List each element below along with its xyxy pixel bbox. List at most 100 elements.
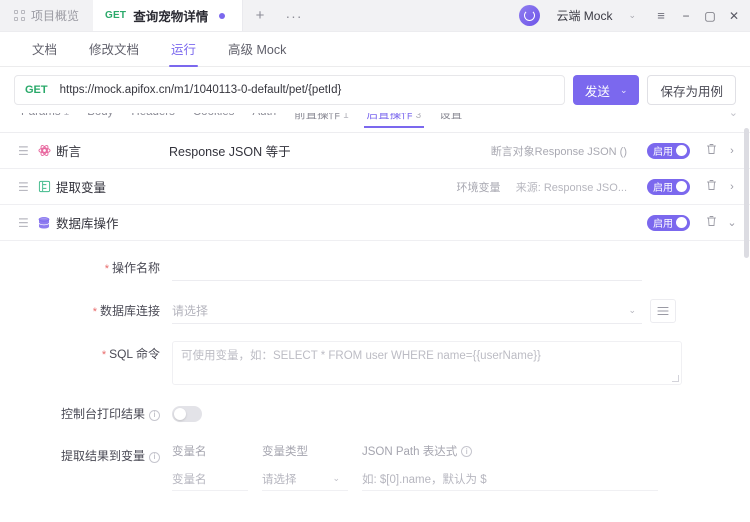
info-icon[interactable]: i <box>149 410 160 421</box>
form-row-operation-name: *操作名称 <box>0 255 750 282</box>
database-icon <box>34 216 54 230</box>
new-tab-button[interactable]: + <box>243 0 277 31</box>
paramtab-headers[interactable]: Headers <box>122 113 183 118</box>
operation-name-input[interactable] <box>172 255 642 281</box>
db-connection-label: *数据库连接 <box>12 298 172 325</box>
drag-handle-icon[interactable]: ☰ <box>18 217 34 229</box>
form-row-console-print: 控制台打印结果i <box>0 401 750 427</box>
json-path-input[interactable]: 如: $[0].name，默认为 $ <box>362 467 658 491</box>
step-row-extract-variable[interactable]: ☰ 提取变量 环境变量 来源: Response JSO... 启用 <box>0 169 750 205</box>
required-marker: * <box>93 306 97 318</box>
toggle-knob <box>676 145 687 156</box>
step-description-main: 环境变量 <box>456 182 500 194</box>
save-as-case-button[interactable]: 保存为用例 <box>647 75 736 105</box>
resize-handle-icon[interactable] <box>672 375 679 382</box>
tab-document[interactable]: 文档 <box>16 39 73 66</box>
step-summary: Response JSON 等于 <box>169 141 291 160</box>
var-type-placeholder: 请选择 <box>262 471 297 487</box>
sql-command-label: *SQL 命令 <box>12 341 172 368</box>
form-row-sql-command: *SQL 命令 可使用变量，如：SELECT * FROM user WHERE… <box>0 341 750 385</box>
chevron-down-icon: ⌄ <box>628 10 636 21</box>
paramtab-auth[interactable]: Auth <box>243 113 285 118</box>
send-button-label: 发送 <box>585 81 610 100</box>
titlebar-right-group: 云端 Mock ⌄ ≡ − ▢ ✕ <box>519 0 750 31</box>
paramtab-label: 后置操作 <box>367 113 413 121</box>
assertion-icon <box>34 144 54 157</box>
manage-db-connections-button[interactable] <box>650 299 676 323</box>
column-header-json-path: JSON Path 表达式i <box>362 443 672 459</box>
chevron-right-icon[interactable]: › <box>724 145 740 157</box>
project-overview-tab[interactable]: 项目概览 <box>0 0 93 31</box>
paramtab-count: 3 <box>416 113 422 121</box>
url-input[interactable]: GET https://mock.apifox.cn/m1/1040113-0-… <box>14 75 565 105</box>
paramtab-params[interactable]: Params1 <box>12 113 78 118</box>
post-operation-step-list: ☰ 断言 Response JSON 等于 断言对象Response JSON … <box>0 133 750 241</box>
info-icon[interactable]: i <box>149 452 160 463</box>
enable-toggle[interactable]: 启用 <box>647 215 690 231</box>
paramtab-body[interactable]: Body <box>78 113 122 118</box>
request-param-tabs: Params1 Body Headers Cookies Auth 前置操作1 … <box>0 113 750 133</box>
toggle-knob <box>174 408 186 420</box>
delete-step-button[interactable] <box>702 143 720 158</box>
step-title: 提取变量 <box>56 177 106 196</box>
var-name-input[interactable]: 变量名 <box>172 467 248 491</box>
var-type-select[interactable]: 请选择 ⌄ <box>262 467 348 491</box>
step-description-sub: 来源: Response JSO... <box>516 182 627 194</box>
api-tab-query-pet-detail[interactable]: GET 查询宠物详情 <box>93 0 243 31</box>
enable-toggle-label: 启用 <box>653 215 673 230</box>
sql-command-textarea[interactable]: 可使用变量，如：SELECT * FROM user WHERE name={{… <box>172 341 682 385</box>
required-marker: * <box>102 349 106 361</box>
paramtab-post-operation[interactable]: 后置操作3 <box>358 113 431 122</box>
step-description: 断言对象Response JSON () <box>491 143 647 159</box>
paramtab-cookies[interactable]: Cookies <box>184 113 244 118</box>
apifox-window: 项目概览 GET 查询宠物详情 + ··· 云端 Mock ⌄ ≡ − ▢ ✕ … <box>0 0 750 522</box>
environment-label: 云端 Mock <box>556 7 612 24</box>
form-row-db-connection: *数据库连接 请选择 ⌄ <box>0 298 750 325</box>
paramtabs-overflow-icon[interactable]: ⌄ <box>729 113 738 119</box>
tab-run[interactable]: 运行 <box>155 39 212 66</box>
delete-step-button[interactable] <box>702 215 720 230</box>
column-header-var-name: 变量名 <box>172 443 262 459</box>
console-print-label: 控制台打印结果i <box>12 401 172 427</box>
paramtab-settings[interactable]: 设置 <box>430 113 471 122</box>
avatar[interactable] <box>519 5 540 26</box>
main-menu-button[interactable]: ≡ <box>648 0 674 32</box>
close-button[interactable]: ✕ <box>722 0 746 32</box>
chevron-down-icon: ⌄ <box>332 473 348 484</box>
enable-toggle[interactable]: 启用 <box>647 143 690 159</box>
extract-variable-icon <box>34 180 54 193</box>
paramtab-pre-operation[interactable]: 前置操作1 <box>285 113 358 122</box>
toggle-knob <box>676 181 687 192</box>
grid-icon <box>14 10 25 21</box>
maximize-button[interactable]: ▢ <box>698 0 722 32</box>
form-row-extract-to-variable: 提取结果到变量i 变量名 变量类型 JSON Path 表达式i 变量名 <box>0 443 750 491</box>
vertical-scrollbar[interactable] <box>744 128 749 258</box>
minimize-button[interactable]: − <box>674 0 698 32</box>
enable-toggle[interactable]: 启用 <box>647 179 690 195</box>
sql-command-placeholder: 可使用变量，如：SELECT * FROM user WHERE name={{… <box>181 350 541 362</box>
send-button[interactable]: 发送 ⌄ <box>573 75 640 105</box>
chevron-right-icon[interactable]: › <box>724 181 740 193</box>
paramtab-label: Params <box>21 113 61 118</box>
console-print-toggle[interactable] <box>172 406 202 422</box>
operation-name-label: *操作名称 <box>12 255 172 282</box>
step-row-assertion[interactable]: ☰ 断言 Response JSON 等于 断言对象Response JSON … <box>0 133 750 169</box>
delete-step-button[interactable] <box>702 179 720 194</box>
tab-overflow-menu-button[interactable]: ··· <box>277 0 311 31</box>
info-icon[interactable]: i <box>461 446 472 457</box>
drag-handle-icon[interactable]: ☰ <box>18 181 34 193</box>
extract-variable-table: 变量名 变量类型 JSON Path 表达式i 变量名 请选择 <box>172 443 672 491</box>
chevron-down-icon[interactable]: ⌄ <box>724 216 740 229</box>
tab-advanced-mock[interactable]: 高级 Mock <box>212 39 302 66</box>
db-connection-select[interactable]: 请选择 ⌄ <box>172 298 642 324</box>
environment-selector[interactable]: 云端 Mock ⌄ <box>550 7 642 24</box>
request-method-label: GET <box>25 84 48 96</box>
enable-toggle-label: 启用 <box>653 179 673 194</box>
database-operation-form: *操作名称 *数据库连接 请选择 ⌄ <box>0 241 750 491</box>
toggle-knob <box>676 217 687 228</box>
title-bar: 项目概览 GET 查询宠物详情 + ··· 云端 Mock ⌄ ≡ − ▢ ✕ <box>0 0 750 32</box>
paramtab-count: 1 <box>343 113 349 121</box>
drag-handle-icon[interactable]: ☰ <box>18 145 34 157</box>
step-row-database-operation[interactable]: ☰ 数据库操作 启用 ⌄ <box>0 205 750 241</box>
tab-edit-document[interactable]: 修改文档 <box>73 39 155 66</box>
